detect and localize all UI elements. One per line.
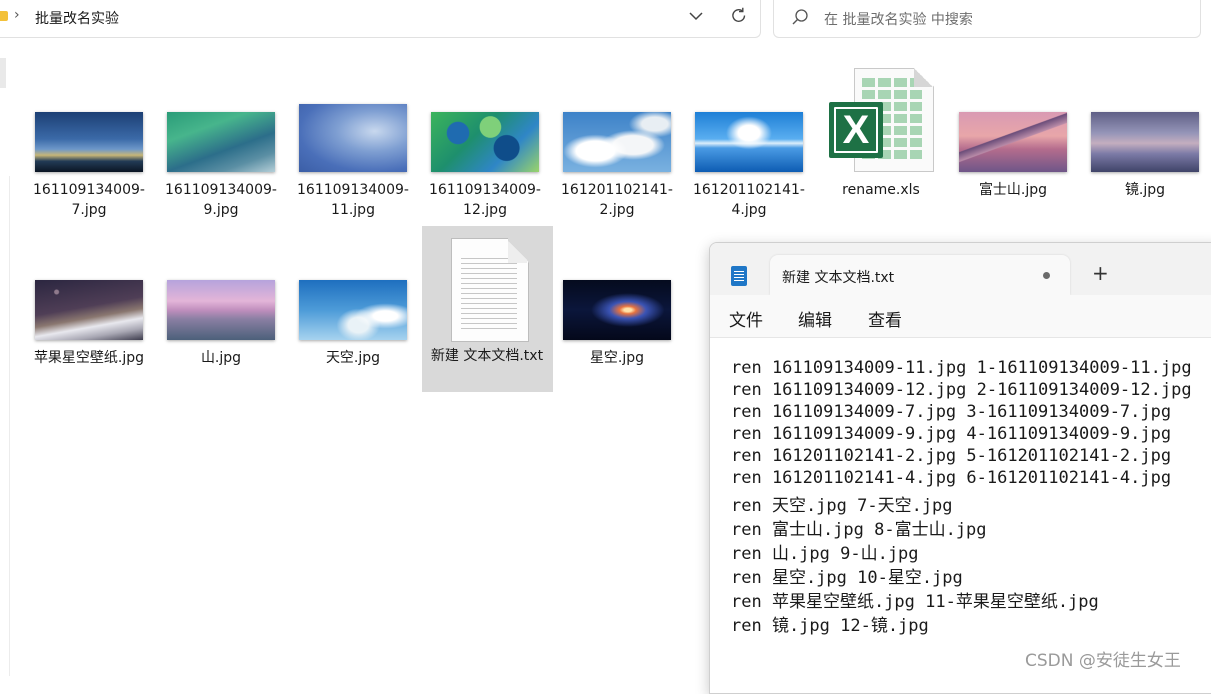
watermark: CSDN @安徒生女王 xyxy=(1025,651,1181,671)
file-item[interactable]: 富士山.jpg xyxy=(954,112,1072,200)
image-thumbnail xyxy=(35,280,143,340)
image-thumbnail xyxy=(167,112,275,172)
search-input[interactable]: 在 批量改名实验 中搜索 xyxy=(824,9,973,29)
search-box[interactable]: 在 批量改名实验 中搜索 xyxy=(773,0,1201,38)
file-item[interactable]: 天空.jpg xyxy=(294,280,412,368)
file-name: 天空.jpg xyxy=(325,350,381,366)
file-item[interactable]: 星空.jpg xyxy=(558,280,676,368)
image-thumbnail xyxy=(35,112,143,172)
text-file-icon xyxy=(447,236,529,342)
menu-view[interactable]: 查看 xyxy=(868,306,902,331)
file-item[interactable]: 镜.jpg xyxy=(1086,112,1204,200)
menu-bar: 文件 编辑 查看 xyxy=(710,295,1211,338)
excel-file-icon: X xyxy=(827,68,935,174)
file-name: rename.xls xyxy=(842,182,920,198)
image-thumbnail xyxy=(959,112,1067,172)
text-line: ren 161201102141-4.jpg 6-161201102141-4.… xyxy=(731,468,1172,488)
image-thumbnail xyxy=(563,280,671,340)
refresh-icon[interactable] xyxy=(729,6,749,26)
file-name: 161201102141-4.jpg xyxy=(693,182,805,218)
notepad-app-icon xyxy=(731,266,747,286)
nav-pane-edge xyxy=(0,176,10,676)
text-line: ren 天空.jpg 7-天空.jpg xyxy=(731,496,953,516)
text-line: ren 161109134009-11.jpg 1-161109134009-1… xyxy=(731,358,1192,378)
file-name: 161201102141-2.jpg xyxy=(561,182,673,218)
file-name: 镜.jpg xyxy=(1124,182,1166,198)
file-item-selected[interactable]: 新建 文本文档.txt xyxy=(428,236,546,366)
file-item[interactable]: 161109134009-9.jpg xyxy=(162,112,280,220)
text-editor[interactable]: ren 161109134009-11.jpg 1-161109134009-1… xyxy=(710,338,1211,693)
image-thumbnail xyxy=(299,104,407,172)
notepad-tab[interactable]: 新建 文本文档.txt xyxy=(770,255,1070,295)
file-item[interactable]: 161109134009-11.jpg xyxy=(294,104,412,220)
text-line: ren 镜.jpg 12-镜.jpg xyxy=(731,616,929,636)
nav-pane-scroll[interactable] xyxy=(0,58,6,88)
image-thumbnail xyxy=(431,112,539,172)
image-thumbnail xyxy=(563,112,671,172)
text-line: ren 161109134009-12.jpg 2-161109134009-1… xyxy=(731,380,1192,400)
file-name: 新建 文本文档.txt xyxy=(430,348,544,364)
text-line: ren 苹果星空壁纸.jpg 11-苹果星空壁纸.jpg xyxy=(731,592,1099,612)
file-name: 161109134009-9.jpg xyxy=(165,182,277,218)
menu-file[interactable]: 文件 xyxy=(729,306,763,331)
new-tab-button[interactable]: + xyxy=(1092,263,1109,283)
unsaved-dot-icon[interactable] xyxy=(1043,272,1050,279)
file-name: 161109134009-7.jpg xyxy=(33,182,145,218)
file-name: 161109134009-12.jpg xyxy=(429,182,541,218)
file-item[interactable]: 山.jpg xyxy=(162,280,280,368)
chevron-down-icon[interactable] xyxy=(686,6,706,26)
notepad-window[interactable]: 新建 文本文档.txt + 文件 编辑 查看 ren 161109134009-… xyxy=(709,242,1211,694)
text-line: ren 161109134009-9.jpg 4-161109134009-9.… xyxy=(731,424,1172,444)
search-icon xyxy=(792,9,808,25)
text-line: ren 161201102141-2.jpg 5-161201102141-2.… xyxy=(731,446,1172,466)
file-name: 星空.jpg xyxy=(589,350,645,366)
notepad-titlebar[interactable]: 新建 文本文档.txt + xyxy=(710,243,1211,295)
file-name: 苹果星空壁纸.jpg xyxy=(33,350,145,366)
file-name: 山.jpg xyxy=(200,350,242,366)
file-item[interactable]: 161201102141-4.jpg xyxy=(690,112,808,220)
file-item[interactable]: X rename.xls xyxy=(822,68,940,200)
file-name: 富士山.jpg xyxy=(978,182,1048,198)
file-name: 161109134009-11.jpg xyxy=(297,182,409,218)
image-thumbnail xyxy=(299,280,407,340)
tab-title: 新建 文本文档.txt xyxy=(782,270,895,286)
file-item[interactable]: 161109134009-7.jpg xyxy=(30,112,148,220)
file-item[interactable]: 苹果星空壁纸.jpg xyxy=(30,280,148,368)
file-item[interactable]: 161109134009-12.jpg xyxy=(426,112,544,220)
chevron-right-icon[interactable]: › xyxy=(14,7,20,23)
address-bar[interactable]: › 批量改名实验 xyxy=(0,0,761,38)
text-line: ren 富士山.jpg 8-富士山.jpg xyxy=(731,520,987,540)
image-thumbnail xyxy=(167,280,275,340)
text-line: ren 山.jpg 9-山.jpg xyxy=(731,544,919,564)
folder-icon xyxy=(0,11,8,21)
file-item[interactable]: 161201102141-2.jpg xyxy=(558,112,676,220)
text-line: ren 星空.jpg 10-星空.jpg xyxy=(731,568,963,588)
menu-edit[interactable]: 编辑 xyxy=(798,306,832,331)
text-line: ren 161109134009-7.jpg 3-161109134009-7.… xyxy=(731,402,1172,422)
image-thumbnail xyxy=(1091,112,1199,172)
breadcrumb[interactable]: 批量改名实验 xyxy=(35,8,119,28)
image-thumbnail xyxy=(695,112,803,172)
